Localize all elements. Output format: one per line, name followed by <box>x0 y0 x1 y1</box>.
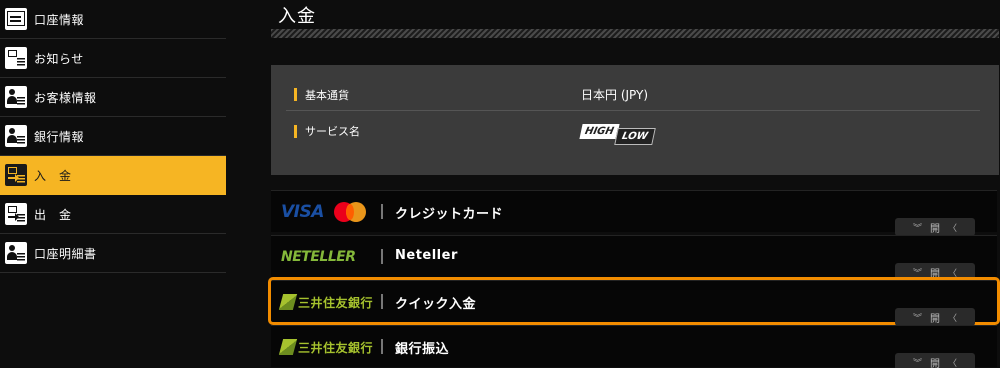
method-label: 銀行振込 <box>395 342 450 357</box>
sidebar-item-statement[interactable]: 口座明細書 <box>0 234 226 273</box>
account-info-panel: 基本通貨 日本円 (JPY) サービス名 HIGH LOW <box>271 65 999 175</box>
currency-label: 基本通貨 <box>305 88 349 102</box>
sidebar-item-customer[interactable]: お客様情報 <box>0 78 226 117</box>
sidebar-item-label: 口座情報 <box>34 12 85 27</box>
sidebar-item-label: 口座明細書 <box>34 246 97 261</box>
sidebar-item-label: お知らせ <box>34 51 84 66</box>
service-label: サービス名 <box>305 125 360 138</box>
service-row: サービス名 HIGH LOW <box>286 114 980 148</box>
method-label: クイック入金 <box>395 297 477 312</box>
account-info-icon <box>5 8 27 30</box>
sidebar-item-label: 入 金 <box>34 168 72 183</box>
mastercard-icon <box>333 202 366 222</box>
currency-value: 日本円 (JPY) <box>581 88 649 102</box>
payment-method-neteller[interactable]: NETELLER Neteller ︾ 開 〈 <box>271 235 997 281</box>
chevron-left-icon: 〈 <box>948 358 958 368</box>
separator <box>381 204 383 219</box>
double-chevron-down-icon: ︾ <box>912 313 922 324</box>
row-marker <box>294 124 297 138</box>
statement-icon <box>5 242 27 264</box>
chevron-left-icon: 〈 <box>948 223 958 234</box>
double-chevron-down-icon: ︾ <box>912 358 922 368</box>
visa-mastercard-logo: VISA <box>281 199 386 225</box>
sidebar-item-account-info[interactable]: 口座情報 <box>0 0 226 39</box>
customer-icon <box>5 86 27 108</box>
expand-button[interactable]: ︾ 開 〈 <box>895 308 975 326</box>
deposit-icon <box>5 164 27 186</box>
smbc-logo: 三井住友銀行 <box>278 334 386 360</box>
sidebar-item-bank[interactable]: 銀行情報 <box>0 117 226 156</box>
chevron-left-icon: 〈 <box>948 313 958 324</box>
smbc-mark-icon <box>278 339 298 355</box>
sidebar: 口座情報 お知らせ お客様情報 銀行情報 入 金 出 金 口座明細書 <box>0 0 226 368</box>
smbc-mark-icon <box>278 294 298 310</box>
neteller-logo: NETELLER <box>281 249 356 265</box>
notice-icon <box>5 47 27 69</box>
sidebar-item-label: 出 金 <box>34 207 72 222</box>
expand-button[interactable]: ︾ 開 〈 <box>895 263 975 281</box>
sidebar-item-withdraw[interactable]: 出 金 <box>0 195 226 234</box>
separator <box>381 294 383 309</box>
separator <box>381 249 383 264</box>
withdraw-icon <box>5 203 27 225</box>
smbc-logo: 三井住友銀行 <box>278 289 386 315</box>
double-chevron-down-icon: ︾ <box>912 223 922 234</box>
payment-method-quick-deposit[interactable]: 三井住友銀行 クイック入金 ︾ 開 〈 <box>268 277 1000 326</box>
sidebar-item-notice[interactable]: お知らせ <box>0 39 226 78</box>
sidebar-item-label: お客様情報 <box>34 90 97 105</box>
highlow-logo: HIGH LOW <box>579 118 656 145</box>
double-chevron-down-icon: ︾ <box>912 268 922 279</box>
sidebar-item-deposit[interactable]: 入 金 <box>0 156 226 195</box>
payment-method-credit-card[interactable]: VISA クレジットカード ︾ 開 〈 <box>271 190 997 236</box>
method-label: クレジットカード <box>395 207 504 222</box>
expand-button[interactable]: ︾ 開 〈 <box>895 353 975 368</box>
method-label: Neteller <box>395 248 458 263</box>
sidebar-item-label: 銀行情報 <box>34 129 85 144</box>
row-marker <box>294 88 297 101</box>
title-divider <box>271 29 999 38</box>
payment-method-bank-transfer[interactable]: 三井住友銀行 銀行振込 ︾ 開 〈 <box>271 325 997 368</box>
separator <box>381 339 383 354</box>
bank-icon <box>5 125 27 147</box>
page-title: 入金 <box>278 6 316 27</box>
currency-row: 基本通貨 日本円 (JPY) <box>286 79 980 111</box>
chevron-left-icon: 〈 <box>948 268 958 279</box>
expand-button[interactable]: ︾ 開 〈 <box>895 218 975 236</box>
